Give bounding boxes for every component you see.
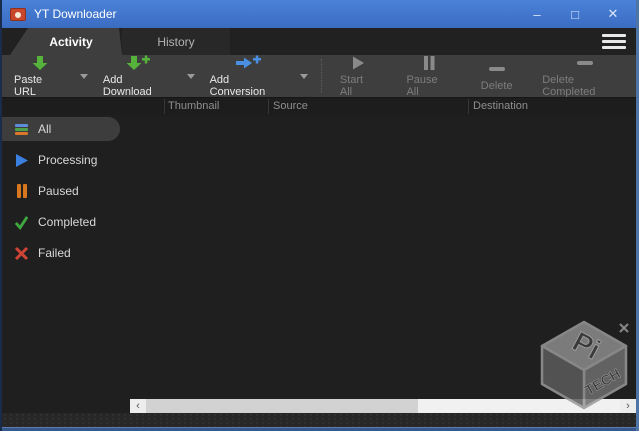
window-title: YT Downloader — [34, 7, 117, 21]
scrollbar-thumb[interactable] — [146, 399, 418, 413]
column-header-destination[interactable]: Destination — [473, 100, 528, 112]
app-window: YT Downloader – □ ✕ Activity History Pas… — [0, 0, 639, 431]
tab-bar: Activity History — [2, 28, 636, 55]
column-header-source[interactable]: Source — [273, 100, 308, 112]
horizontal-scrollbar[interactable]: ‹ › — [130, 399, 636, 413]
download-list-area: All Processing Paused Completed Failed ‹… — [2, 115, 636, 413]
hamburger-menu-icon[interactable] — [602, 34, 626, 52]
add-download-label: Add Download — [102, 73, 152, 98]
column-header-thumbnail[interactable]: Thumbnail — [168, 100, 219, 112]
all-list-icon — [14, 122, 29, 137]
sidebar-all-label: All — [38, 122, 52, 136]
toolbar-separator — [320, 59, 322, 93]
minus-icon — [487, 61, 507, 77]
window-bottom-border — [2, 427, 636, 431]
pause-all-button[interactable]: Pause All — [398, 55, 459, 98]
start-all-button[interactable]: Start All — [332, 55, 385, 98]
processing-play-icon — [14, 153, 29, 168]
paste-url-button[interactable]: Paste URL — [6, 55, 74, 98]
delete-completed-button[interactable]: Delete Completed — [534, 55, 636, 98]
add-conversion-group: Add Conversion — [202, 55, 315, 98]
app-tv-icon — [10, 7, 26, 21]
sidebar-item-paused[interactable]: Paused — [2, 179, 132, 203]
close-button[interactable]: ✕ — [598, 3, 628, 25]
convert-arrow-plus-icon — [235, 55, 261, 71]
column-divider — [268, 99, 269, 114]
sidebar-item-failed[interactable]: Failed — [2, 241, 132, 265]
start-all-label: Start All — [339, 73, 364, 98]
paste-url-label: Paste URL — [14, 73, 43, 98]
paused-pause-icon — [14, 184, 29, 199]
download-arrow-icon — [31, 55, 49, 71]
scroll-right-icon[interactable]: › — [620, 399, 636, 413]
paste-url-group: Paste URL — [6, 55, 95, 98]
sidebar-item-processing[interactable]: Processing — [2, 148, 132, 172]
window-controls: – □ ✕ — [522, 3, 628, 25]
tab-activity[interactable]: Activity — [10, 28, 122, 55]
completed-check-icon — [14, 215, 29, 230]
failed-x-icon — [14, 246, 29, 261]
play-icon — [350, 55, 366, 71]
add-download-button[interactable]: Add Download — [95, 55, 180, 98]
sidebar-completed-label: Completed — [38, 215, 97, 229]
sidebar-item-completed[interactable]: Completed — [2, 210, 132, 234]
sidebar-item-all[interactable]: All — [2, 117, 120, 141]
tab-history[interactable]: History — [122, 28, 230, 55]
sidebar-failed-label: Failed — [38, 246, 71, 260]
scrollbar-track[interactable] — [418, 399, 620, 413]
pause-all-label: Pause All — [406, 73, 438, 98]
scroll-left-icon[interactable]: ‹ — [130, 399, 146, 413]
minus-icon — [575, 55, 595, 71]
add-download-group: Add Download — [95, 55, 202, 98]
filter-sidebar: All Processing Paused Completed Failed — [2, 117, 132, 272]
delete-button[interactable]: Delete — [473, 56, 521, 96]
maximize-button[interactable]: □ — [560, 3, 590, 25]
download-plus-icon — [126, 55, 150, 71]
list-header-row: Thumbnail Source Destination — [2, 97, 636, 115]
minimize-button[interactable]: – — [522, 3, 552, 25]
pause-icon — [422, 55, 436, 71]
add-download-dropdown-icon[interactable] — [180, 68, 201, 84]
delete-completed-label: Delete Completed — [542, 73, 596, 98]
add-conversion-dropdown-icon[interactable] — [294, 68, 315, 84]
add-conversion-button[interactable]: Add Conversion — [202, 55, 294, 98]
add-conversion-label: Add Conversion — [209, 73, 266, 98]
title-bar: YT Downloader – □ ✕ — [2, 0, 636, 28]
column-divider — [164, 99, 165, 114]
sidebar-processing-label: Processing — [38, 153, 98, 167]
paste-url-dropdown-icon[interactable] — [74, 68, 95, 84]
delete-label: Delete — [480, 79, 513, 92]
column-divider — [468, 99, 469, 114]
status-strip — [2, 413, 636, 427]
sidebar-paused-label: Paused — [38, 184, 79, 198]
toolbar: Paste URL Add Download Add Conversion St… — [2, 55, 636, 98]
